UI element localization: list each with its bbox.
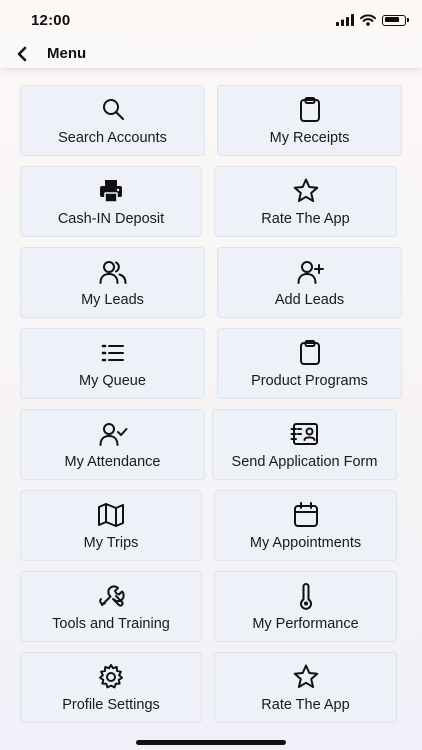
battery-icon (382, 14, 409, 26)
thermometer-icon (291, 581, 321, 611)
home-indicator (136, 740, 286, 745)
user-check-icon (98, 419, 128, 449)
wifi-icon (360, 14, 376, 26)
menu-tile-profile-settings[interactable]: Profile Settings (20, 652, 202, 723)
gear-icon (96, 662, 126, 692)
menu-tile-label: My Attendance (64, 454, 161, 470)
menu-tile-rate-the-app[interactable]: Rate The App (214, 166, 397, 237)
signal-icon (336, 14, 354, 26)
menu-tile-label: Tools and Training (52, 616, 170, 632)
search-icon (98, 95, 128, 125)
menu-tile-my-queue[interactable]: My Queue (20, 328, 205, 399)
menu-tile-label: Send Application Form (231, 454, 378, 470)
clipboard-icon (295, 95, 325, 125)
star-icon (291, 176, 321, 206)
menu-tile-label: My Performance (252, 616, 359, 632)
map-icon (96, 500, 126, 530)
status-bar: 12:00 (0, 0, 422, 40)
contact-card-icon (290, 419, 320, 449)
wrench-icon (96, 581, 126, 611)
menu-tile-search-accounts[interactable]: Search Accounts (20, 85, 205, 156)
menu-grid: Search Accounts My Receipts Cash-IN Deposi… (0, 0, 422, 750)
menu-tile-label: Product Programs (251, 373, 368, 389)
back-arrow-icon[interactable] (13, 45, 33, 63)
menu-tile-product-programs[interactable]: Product Programs (217, 328, 402, 399)
nav-bar: Menu (0, 38, 422, 68)
status-time: 12:00 (31, 12, 71, 29)
list-icon (98, 338, 128, 368)
menu-tile-label: My Receipts (269, 130, 350, 146)
star-icon (291, 662, 321, 692)
menu-tile-my-leads[interactable]: My Leads (20, 247, 205, 318)
menu-tile-label: Profile Settings (62, 697, 160, 713)
menu-tile-my-receipts[interactable]: My Receipts (217, 85, 402, 156)
menu-tile-my-trips[interactable]: My Trips (20, 490, 202, 561)
menu-tile-label: My Appointments (249, 535, 362, 551)
user-plus-icon (295, 257, 325, 287)
menu-tile-rate-the-app[interactable]: Rate The App (214, 652, 397, 723)
menu-tile-tools-and-training[interactable]: Tools and Training (20, 571, 202, 642)
menu-tile-label: Cash-IN Deposit (57, 211, 165, 227)
menu-tile-label: My Leads (81, 292, 144, 308)
clipboard-icon (295, 338, 325, 368)
menu-tile-label: My Queue (79, 373, 146, 389)
menu-tile-label: My Trips (83, 535, 139, 551)
menu-tile-label: Search Accounts (58, 130, 167, 146)
menu-tile-label: Rate The App (261, 697, 350, 713)
menu-tile-my-appointments[interactable]: My Appointments (214, 490, 397, 561)
menu-tile-my-attendance[interactable]: My Attendance (20, 409, 205, 480)
page-title: Menu (47, 45, 87, 62)
printer-icon (96, 176, 126, 206)
users-icon (98, 257, 128, 287)
menu-tile-label: Rate The App (261, 211, 350, 227)
menu-tile-label: Add Leads (274, 292, 345, 308)
calendar-icon (291, 500, 321, 530)
menu-tile-cash-in-deposit[interactable]: Cash-IN Deposit (20, 166, 202, 237)
menu-tile-add-leads[interactable]: Add Leads (217, 247, 402, 318)
menu-tile-send-application-form[interactable]: Send Application Form (212, 409, 397, 480)
menu-tile-my-performance[interactable]: My Performance (214, 571, 397, 642)
status-icons (336, 13, 409, 27)
